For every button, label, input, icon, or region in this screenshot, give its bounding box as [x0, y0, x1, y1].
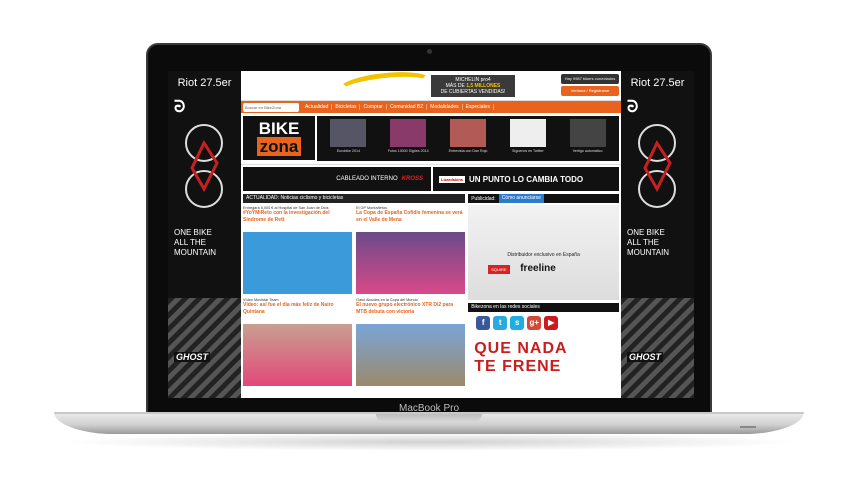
- featured-strip: Eurobike 2014 Fotos 10000 Sigües 2014 En…: [317, 116, 619, 161]
- news-card[interactable]: Gasó Alcudes en la Copa del Mundo El nue…: [356, 298, 466, 386]
- facebook-icon[interactable]: f: [476, 316, 491, 330]
- section-title: ACTUALIDAD: Noticias ciclismo y biciclet…: [243, 194, 466, 203]
- strip-item[interactable]: Síguenos en Twitter: [499, 119, 556, 158]
- social-icons: f t s g+ ▶: [468, 312, 619, 334]
- kross-banner[interactable]: CABLEADO INTERNO KROSS: [243, 167, 431, 191]
- nav-item-especiales[interactable]: Especiales: [463, 104, 494, 110]
- promo-banner[interactable]: QUE NADA TE FRENE: [468, 334, 619, 382]
- strip-item[interactable]: Entrevista con Dan Rojo: [440, 119, 497, 158]
- content-area: ACTUALIDAD: Noticias ciclismo y biciclet…: [241, 191, 621, 396]
- news-image[interactable]: [356, 232, 466, 294]
- news-section: ACTUALIDAD: Noticias ciclismo y biciclet…: [243, 194, 466, 393]
- googleplus-icon[interactable]: g+: [527, 316, 542, 330]
- laptop-lid: Riot 27.5er ᘒ ONE BIKE ALL THE MOUNTAIN: [146, 43, 712, 416]
- side-ad-right[interactable]: Riot 27.5er ᘒ ONE BIKE ALL THE MOUNTAIN: [621, 71, 694, 398]
- michelin-ad[interactable]: MICHELIN pro4 MÁS DE 1,5 MILLONES DE CUB…: [431, 75, 515, 97]
- stage: Riot 27.5er ᘒ ONE BIKE ALL THE MOUNTAIN: [0, 0, 860, 500]
- nav-item-comunidad[interactable]: Comunidad BZ: [387, 104, 428, 110]
- strip-item[interactable]: Vertigo automático: [559, 119, 616, 158]
- tire-image: [335, 71, 435, 104]
- news-image[interactable]: [356, 324, 466, 386]
- nav-item-modalidades[interactable]: Modalidades: [427, 104, 463, 110]
- ghost-logo-icon: ᘒ: [627, 99, 639, 116]
- news-card[interactable]: El GP Montañeros La Copa de España Cofid…: [356, 206, 466, 294]
- side-ad-model: Riot 27.5er: [177, 77, 232, 89]
- ghost-brand: GHOST: [174, 352, 211, 362]
- camera-icon: [427, 49, 432, 54]
- ad-banners: CABLEADO INTERNO KROSS Lizardskins UN PU…: [241, 167, 621, 191]
- nav-item-actualidad[interactable]: Actualidad: [302, 104, 333, 110]
- social-title: Bikezona en las redes sociales: [468, 303, 619, 312]
- side-ad-left[interactable]: Riot 27.5er ᘒ ONE BIKE ALL THE MOUNTAIN: [168, 71, 241, 398]
- ghost-logo-icon: ᘒ: [174, 99, 186, 116]
- distributor-ad[interactable]: Distribuidor exclusivo en España SQUIRE …: [468, 205, 619, 300]
- strip-item[interactable]: Fotos 10000 Sigües 2014: [380, 119, 437, 158]
- register-button[interactable]: Ventana / Registrarse: [561, 86, 619, 96]
- news-image[interactable]: [243, 232, 353, 294]
- top-banner: MICHELIN pro4 MÁS DE 1,5 MILLONES DE CUB…: [241, 71, 621, 104]
- laptop-shadow: [60, 433, 800, 451]
- laptop-notch: [376, 414, 482, 422]
- lizardskins-banner[interactable]: Lizardskins UN PUNTO LO CAMBIA TODO: [433, 167, 619, 191]
- news-card[interactable]: Vídeo Movistar Team Vídeo: así fue el dí…: [243, 298, 353, 386]
- publicity-bar: Publicidad: Cómo anunciarse: [468, 194, 619, 203]
- ghost-brand: GHOST: [627, 352, 664, 362]
- side-ad-tagline: ONE BIKE ALL THE MOUNTAIN: [174, 228, 217, 257]
- sidebar: Publicidad: Cómo anunciarse Distribuidor…: [468, 194, 619, 393]
- website: Riot 27.5er ᘒ ONE BIKE ALL THE MOUNTAIN: [168, 71, 694, 398]
- nav-item-comprar[interactable]: Comprar: [360, 104, 387, 110]
- twitter-icon[interactable]: t: [493, 316, 508, 330]
- nav-item-bicicletas[interactable]: Bicicletas: [332, 104, 361, 110]
- bikezona-logo[interactable]: BIKE zona: [243, 116, 315, 160]
- laptop-base: [54, 412, 804, 434]
- bike-image: [172, 123, 237, 208]
- triangle-pattern: [621, 298, 694, 398]
- triangle-pattern: [168, 298, 241, 398]
- main-column: MICHELIN pro4 MÁS DE 1,5 MILLONES DE CUB…: [241, 71, 621, 398]
- bike-image: [625, 123, 690, 208]
- side-ad-model: Riot 27.5er: [630, 77, 685, 89]
- side-ad-tagline: ONE BIKE ALL THE MOUNTAIN: [627, 228, 670, 257]
- news-card[interactable]: Entregará 5,000 € al Hospital de San Jua…: [243, 206, 353, 294]
- laptop-led: [740, 426, 756, 428]
- advertise-link[interactable]: Cómo anunciarse: [498, 194, 544, 203]
- nav-bar: Buscar en BikeZona Actualidad Bicicletas…: [241, 101, 621, 113]
- search-input[interactable]: Buscar en BikeZona: [243, 102, 299, 112]
- laptop-screen: Riot 27.5er ᘒ ONE BIKE ALL THE MOUNTAIN: [168, 71, 694, 398]
- news-image[interactable]: [243, 324, 353, 386]
- online-users-badge: Hay 9987 bikers conectados: [561, 74, 619, 84]
- strip-item[interactable]: Eurobike 2014: [320, 119, 377, 158]
- youtube-icon[interactable]: ▶: [544, 316, 559, 330]
- news-grid: Entregará 5,000 € al Hospital de San Jua…: [243, 206, 466, 386]
- skype-icon[interactable]: s: [510, 316, 525, 330]
- header-row: BIKE zona Eurobike 2014 Fotos 10000 Sigü…: [241, 113, 621, 165]
